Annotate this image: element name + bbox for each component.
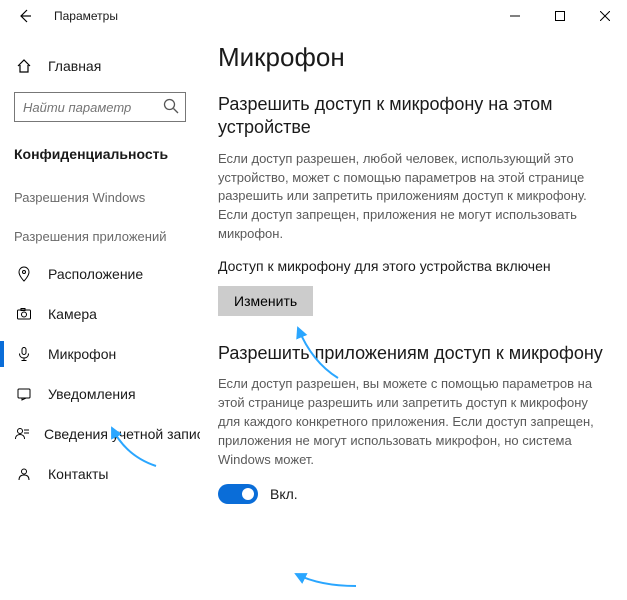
toggle-label: Вкл. <box>270 486 298 502</box>
close-button[interactable] <box>582 0 627 32</box>
section2-desc: Если доступ разрешен, вы можете с помощь… <box>218 375 607 469</box>
account-icon <box>14 426 30 442</box>
mic-access-status: Доступ к микрофону для этого устройства … <box>218 258 607 274</box>
search-input[interactable] <box>14 92 186 122</box>
back-button[interactable] <box>10 1 40 31</box>
sidebar-item-label: Камера <box>48 306 97 322</box>
sidebar-item-account-info[interactable]: Сведения учетной записи <box>0 414 200 454</box>
sidebar-item-label: Контакты <box>48 466 108 482</box>
sidebar-item-label: Микрофон <box>48 346 116 362</box>
sidebar-item-microphone[interactable]: Микрофон <box>0 334 200 374</box>
camera-icon <box>14 306 34 322</box>
group-app-permissions: Разрешения приложений <box>0 215 200 254</box>
mic-apps-toggle[interactable] <box>218 484 258 504</box>
sidebar-item-label: Сведения учетной записи <box>44 426 200 442</box>
home-link[interactable]: Главная <box>0 50 200 82</box>
group-windows-permissions: Разрешения Windows <box>0 176 200 215</box>
home-icon <box>14 58 34 74</box>
sidebar-item-notifications[interactable]: Уведомления <box>0 374 200 414</box>
section1-title: Разрешить доступ к микрофону на этом уст… <box>218 93 607 140</box>
sidebar-item-contacts[interactable]: Контакты <box>0 454 200 494</box>
page-title: Микрофон <box>218 42 607 73</box>
change-button[interactable]: Изменить <box>218 286 313 316</box>
section1-desc: Если доступ разрешен, любой человек, исп… <box>218 150 607 244</box>
notifications-icon <box>14 386 34 402</box>
maximize-button[interactable] <box>537 0 582 32</box>
sidebar-item-camera[interactable]: Камера <box>0 294 200 334</box>
sidebar-item-label: Расположение <box>48 266 143 282</box>
sidebar-item-label: Уведомления <box>48 386 136 402</box>
minimize-button[interactable] <box>492 0 537 32</box>
contacts-icon <box>14 466 34 482</box>
section-privacy: Конфиденциальность <box>0 140 200 176</box>
microphone-icon <box>14 346 34 362</box>
location-icon <box>14 266 34 282</box>
sidebar-item-location[interactable]: Расположение <box>0 254 200 294</box>
window-title: Параметры <box>54 9 118 23</box>
search-icon <box>162 97 180 115</box>
section2-title: Разрешить приложениям доступ к микрофону <box>218 342 607 365</box>
home-label: Главная <box>48 58 101 74</box>
